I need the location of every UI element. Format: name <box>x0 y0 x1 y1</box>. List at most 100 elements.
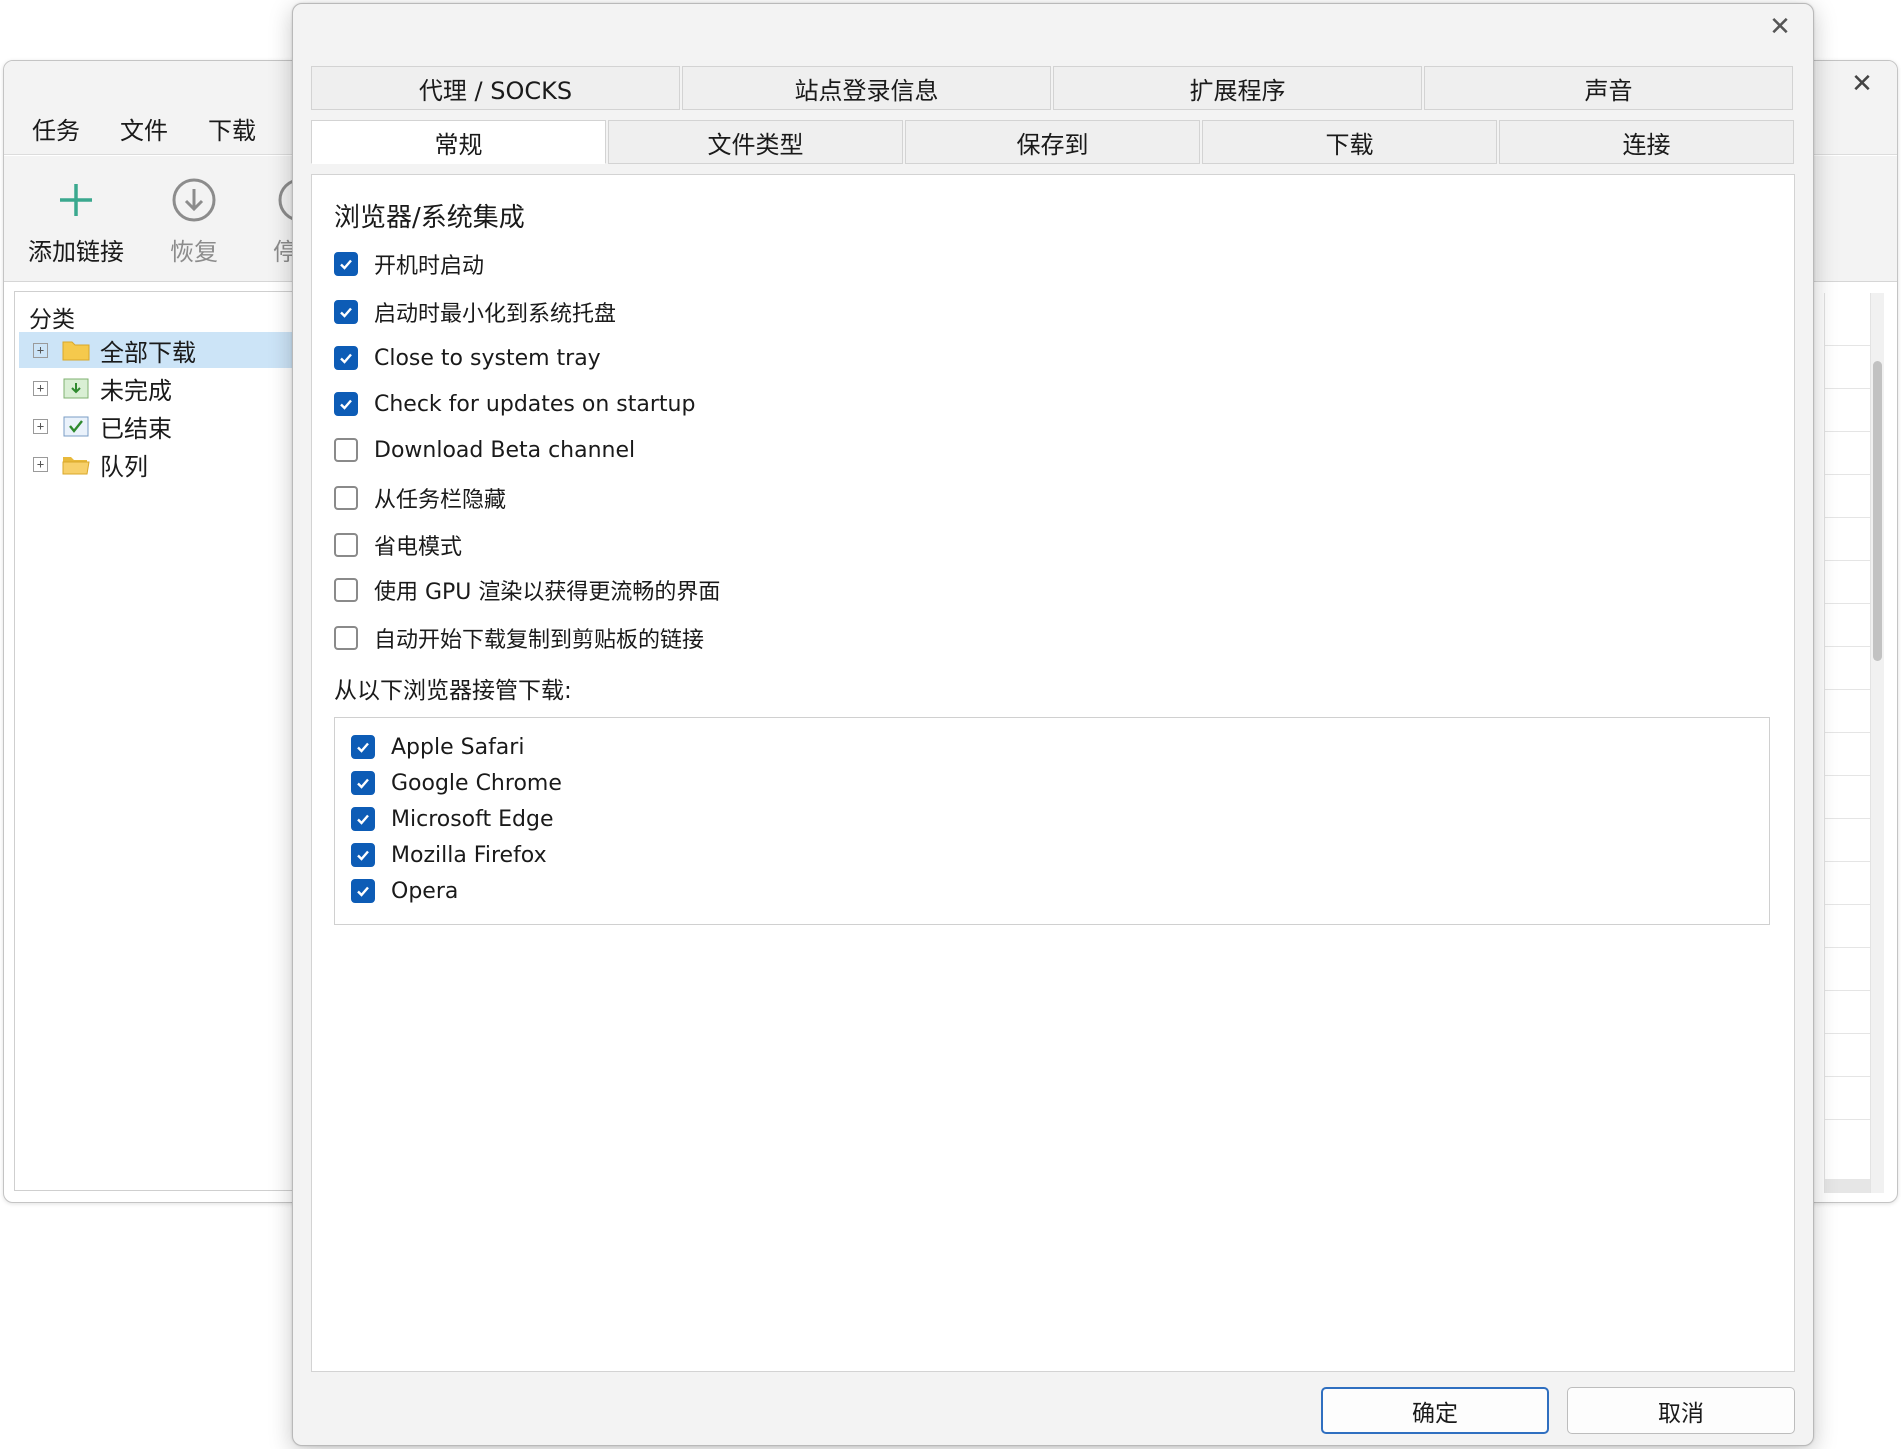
tab-row-1: 代理 / SOCKS 站点登录信息 扩展程序 声音 <box>311 66 1795 110</box>
option-label: Check for updates on startup <box>374 391 696 417</box>
option-label: 省电模式 <box>374 535 463 560</box>
browser-item-chrome[interactable]: Google Chrome <box>351 768 562 798</box>
check-box-icon <box>63 416 89 437</box>
option-close-to-tray[interactable]: Close to system tray <box>334 343 601 373</box>
option-launch-on-startup[interactable]: 开机时启动 <box>334 249 484 279</box>
option-label: Download Beta channel <box>374 437 636 463</box>
list-row-divider <box>1825 474 1870 475</box>
general-tab-panel: 浏览器/系统集成 开机时启动 启动时最小化到系统托盘 Close to syst… <box>311 174 1795 1372</box>
sidebar-item-finished[interactable]: + 已结束 <box>19 408 315 444</box>
folder-icon <box>62 341 90 361</box>
download-list-edge <box>1824 293 1884 1193</box>
section-heading: 浏览器/系统集成 <box>334 203 525 233</box>
sidebar-item-label: 队列 <box>100 452 148 481</box>
add-link-button[interactable]: 添加链接 <box>28 170 124 267</box>
browser-list: Apple Safari Google Chrome Microsoft Edg… <box>334 717 1770 925</box>
sidebar-item-label: 未完成 <box>100 376 172 405</box>
tab-extensions[interactable]: 扩展程序 <box>1053 66 1422 110</box>
list-row-divider <box>1825 1119 1870 1120</box>
horizontal-scrollbar[interactable] <box>1825 1179 1870 1193</box>
browser-label: Opera <box>391 878 459 904</box>
checkbox-checked-icon[interactable] <box>334 252 358 276</box>
checkbox-checked-icon[interactable] <box>351 771 375 795</box>
download-box-icon <box>63 378 89 399</box>
expand-icon[interactable]: + <box>33 418 48 434</box>
open-folder-icon <box>62 457 90 475</box>
option-hide-from-taskbar[interactable]: 从任务栏隐藏 <box>334 483 506 513</box>
menu-file[interactable]: 文件 <box>120 111 168 146</box>
tab-file-types[interactable]: 文件类型 <box>608 120 903 164</box>
option-check-updates[interactable]: Check for updates on startup <box>334 389 695 419</box>
checkbox-checked-icon[interactable] <box>351 879 375 903</box>
tab-connection[interactable]: 连接 <box>1499 120 1794 164</box>
list-row-divider <box>1825 560 1870 561</box>
browser-label: Apple Safari <box>391 734 525 760</box>
checkbox-checked-icon[interactable] <box>351 735 375 759</box>
list-row-divider <box>1825 345 1870 346</box>
list-row-divider <box>1825 603 1870 604</box>
checkbox-checked-icon[interactable] <box>351 843 375 867</box>
list-row-divider <box>1825 904 1870 905</box>
expand-icon[interactable]: + <box>33 456 48 472</box>
list-row-divider <box>1825 431 1870 432</box>
option-label: 从任务栏隐藏 <box>374 488 507 513</box>
browser-label: Mozilla Firefox <box>391 842 547 868</box>
option-gpu-rendering[interactable]: 使用 GPU 渲染以获得更流畅的界面 <box>334 575 720 605</box>
checkbox-unchecked-icon[interactable] <box>334 578 358 602</box>
scrollbar-thumb[interactable] <box>1873 361 1882 661</box>
ok-button[interactable]: 确定 <box>1321 1387 1549 1434</box>
browser-item-safari[interactable]: Apple Safari <box>351 732 524 762</box>
menu-download[interactable]: 下载 <box>208 111 256 146</box>
option-label: 开机时启动 <box>374 254 485 279</box>
resume-label: 恢复 <box>170 238 218 266</box>
add-link-label: 添加链接 <box>28 238 124 266</box>
sidebar-item-all-downloads[interactable]: + 全部下载 <box>19 332 315 368</box>
sidebar-item-unfinished[interactable]: + 未完成 <box>19 370 315 406</box>
expand-icon[interactable]: + <box>33 342 48 358</box>
option-power-saving[interactable]: 省电模式 <box>334 530 462 560</box>
tab-sounds[interactable]: 声音 <box>1424 66 1793 110</box>
list-row-divider <box>1825 646 1870 647</box>
tab-proxy-socks[interactable]: 代理 / SOCKS <box>311 66 680 110</box>
sidebar-item-queue[interactable]: + 队列 <box>19 446 315 482</box>
browser-item-opera[interactable]: Opera <box>351 876 458 906</box>
dialog-close-icon[interactable]: ✕ <box>1765 12 1795 42</box>
options-dialog: ✕ 代理 / SOCKS 站点登录信息 扩展程序 声音 常规 文件类型 保存到 … <box>292 3 1814 1446</box>
checkbox-checked-icon[interactable] <box>334 392 358 416</box>
resume-button[interactable]: 恢复 <box>164 170 224 267</box>
browser-item-firefox[interactable]: Mozilla Firefox <box>351 840 547 870</box>
option-beta-channel[interactable]: Download Beta channel <box>334 435 635 465</box>
checkbox-unchecked-icon[interactable] <box>334 486 358 510</box>
option-label: 自动开始下载复制到剪贴板的链接 <box>374 628 705 653</box>
vertical-scrollbar[interactable] <box>1870 293 1884 1193</box>
tab-save-to[interactable]: 保存到 <box>905 120 1200 164</box>
sidebar-item-label: 已结束 <box>100 414 172 443</box>
main-close-icon[interactable]: ✕ <box>1847 69 1877 99</box>
cancel-button[interactable]: 取消 <box>1567 1387 1795 1434</box>
tab-site-logins[interactable]: 站点登录信息 <box>682 66 1051 110</box>
tab-row-2: 常规 文件类型 保存到 下载 连接 <box>311 120 1796 164</box>
list-row-divider <box>1825 1033 1870 1034</box>
checkbox-checked-icon[interactable] <box>334 300 358 324</box>
checkbox-unchecked-icon[interactable] <box>334 626 358 650</box>
option-auto-download-clipboard[interactable]: 自动开始下载复制到剪贴板的链接 <box>334 623 704 653</box>
option-minimize-to-tray-on-start[interactable]: 启动时最小化到系统托盘 <box>334 297 616 327</box>
list-row-divider <box>1825 388 1870 389</box>
tab-downloads[interactable]: 下载 <box>1202 120 1497 164</box>
checkbox-unchecked-icon[interactable] <box>334 438 358 462</box>
sidebar-title: 分类 <box>29 307 75 333</box>
checkbox-checked-icon[interactable] <box>351 807 375 831</box>
browser-item-edge[interactable]: Microsoft Edge <box>351 804 553 834</box>
option-label: 使用 GPU 渲染以获得更流畅的界面 <box>374 580 721 605</box>
checkbox-checked-icon[interactable] <box>334 346 358 370</box>
option-label: 启动时最小化到系统托盘 <box>374 302 617 327</box>
browser-label: Google Chrome <box>391 770 562 796</box>
list-row-divider <box>1825 1076 1870 1077</box>
menu-task[interactable]: 任务 <box>32 111 80 146</box>
tab-general[interactable]: 常规 <box>311 120 606 164</box>
expand-icon[interactable]: + <box>33 380 48 396</box>
list-row-divider <box>1825 775 1870 776</box>
checkbox-unchecked-icon[interactable] <box>334 533 358 557</box>
list-row-divider <box>1825 732 1870 733</box>
download-circle-icon <box>172 178 216 222</box>
